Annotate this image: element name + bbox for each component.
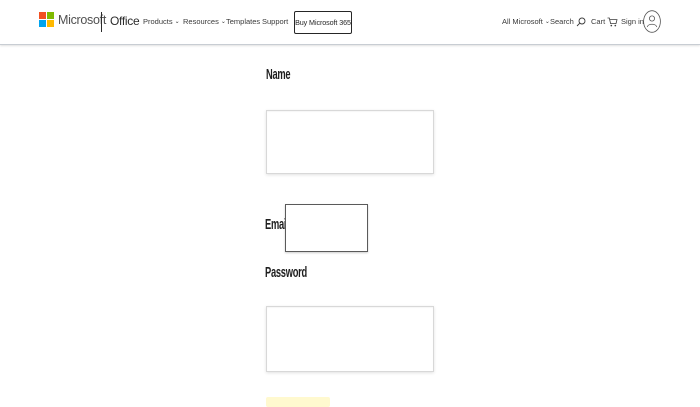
email-input[interactable] — [285, 204, 368, 252]
avatar-icon[interactable] — [643, 10, 661, 33]
top-navigation-bar: Microsoft Office Products ⌄ Resources ⌄ Te… — [0, 0, 700, 45]
cart-button[interactable]: Cart — [591, 16, 618, 30]
logo-tile-blue — [39, 20, 46, 27]
nav-templates[interactable]: Templates — [226, 16, 260, 30]
cart-icon — [607, 17, 618, 27]
search-label: Search — [550, 17, 574, 26]
all-microsoft-label: All Microsoft — [502, 17, 543, 26]
sign-in-link[interactable]: Sign in — [621, 16, 644, 30]
nav-products-label: Products — [143, 17, 173, 26]
logo-tile-yellow — [47, 20, 54, 27]
nav-resources-label: Resources — [183, 17, 219, 26]
nav-resources[interactable]: Resources ⌄ — [183, 16, 226, 30]
microsoft-logo-icon[interactable] — [39, 12, 55, 28]
name-label: Name — [266, 66, 291, 83]
nav-support[interactable]: Support — [262, 16, 288, 30]
search-button[interactable]: Search — [550, 16, 586, 30]
logo-tile-red — [39, 12, 46, 19]
nav-templates-label: Templates — [226, 17, 261, 26]
chevron-down-icon: ⌄ — [174, 19, 180, 25]
nav-support-label: Support — [262, 17, 289, 26]
search-icon — [576, 17, 586, 27]
logo-tile-green — [47, 12, 54, 19]
submit-button[interactable] — [266, 397, 330, 407]
brand-divider — [101, 12, 102, 32]
buy-microsoft-365-button[interactable]: Buy Microsoft 365 — [294, 11, 352, 34]
product-name[interactable]: Office — [110, 13, 140, 29]
password-input[interactable] — [266, 306, 434, 372]
name-input[interactable] — [266, 110, 434, 174]
cart-label: Cart — [591, 17, 606, 26]
nav-products[interactable]: Products ⌄ — [143, 16, 180, 30]
all-microsoft-menu[interactable]: All Microsoft ⌄ — [502, 16, 550, 30]
password-label: Password — [265, 264, 307, 281]
brand-name[interactable]: Microsoft — [58, 12, 106, 28]
